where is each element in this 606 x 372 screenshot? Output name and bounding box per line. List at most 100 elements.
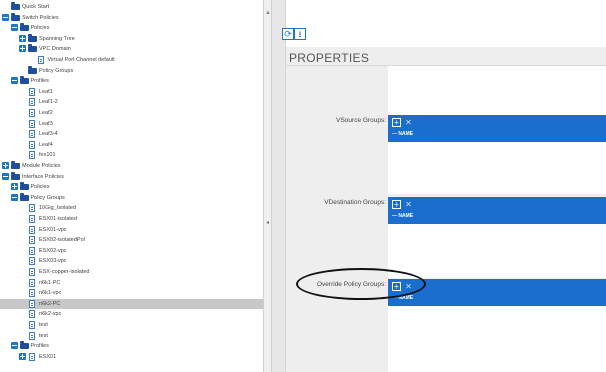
tree-item[interactable]: Leaf3-4 (0, 129, 263, 139)
folder-icon (19, 192, 29, 201)
tree-item[interactable]: Policy Groups (0, 65, 263, 76)
tree-item[interactable]: n6k1-PC (0, 278, 263, 288)
doc-icon (29, 331, 35, 340)
pane-splitter[interactable]: ▲ ◂ (263, 0, 272, 372)
tree-item[interactable]: ESX01-isolated (0, 214, 263, 224)
tree-item[interactable]: ESX-copper-isolated (0, 267, 263, 277)
collapse-icon[interactable] (10, 77, 18, 85)
tree-item[interactable]: 10Gig_Isolated (0, 203, 263, 213)
doc-icon (29, 278, 35, 287)
delete-icon[interactable]: ✕ (404, 118, 413, 127)
properties-panel: ⟳ ⭳ PROPERTIES VSource Groups: + ✕ — NAM… (282, 0, 606, 372)
collapse-icon[interactable] (2, 13, 9, 21)
tree-item[interactable]: Profiles (0, 76, 263, 86)
scroll-up-arrow-icon[interactable]: ▲ (265, 10, 271, 16)
doc-icon (29, 225, 35, 234)
doc-icon (29, 140, 35, 149)
expand-icon[interactable] (10, 183, 18, 191)
tree-item-label: ESX03-vpc (39, 258, 67, 265)
folder-icon (28, 65, 37, 74)
navigation-tree: Quick Start Switch Policies Policies Spanni… (0, 0, 263, 372)
vsource-groups-label: VSource Groups: (336, 117, 386, 124)
refresh-icon[interactable]: ⟳ (282, 28, 294, 40)
collapse-icon[interactable] (2, 172, 9, 180)
tree-item-label: Leaf2 (39, 110, 53, 116)
collapse-icon[interactable] (10, 24, 18, 32)
tree-item-label: Quick Start (22, 4, 50, 10)
pane-edge (272, 0, 286, 372)
tree-item[interactable]: Switch Policies (0, 12, 263, 23)
tree-item-label: test (39, 322, 48, 328)
add-icon[interactable]: + (392, 200, 401, 209)
tree-item[interactable]: Leaf1 (0, 87, 263, 97)
tree-item[interactable]: Virtual Port Channel default (0, 55, 263, 65)
tree-item-label: n6k1-PC (39, 279, 61, 286)
tree-item[interactable]: ESX01 (0, 352, 263, 362)
tree-item[interactable]: Interface Policies (0, 171, 263, 182)
tree-item[interactable]: Leaf1-2 (0, 97, 263, 107)
doc-icon (29, 352, 35, 361)
tree-item-label: Policies (30, 25, 50, 32)
tree-item-label: fex101 (39, 152, 56, 159)
splitter-grip-icon[interactable]: ◂ (266, 220, 269, 226)
name-column-label: NAME (398, 213, 414, 219)
expand-icon[interactable] (19, 45, 26, 53)
tree-item[interactable]: Policies (0, 23, 263, 33)
tree-item-label: n6k1-vpc (39, 290, 62, 297)
tree-item[interactable]: ESX02-isolatedPol (0, 235, 263, 245)
tree-item[interactable]: ESX01-vpc (0, 225, 263, 235)
tree-item[interactable]: test (0, 320, 263, 330)
tree-item-label: Policy Groups (30, 194, 65, 201)
expand-icon[interactable] (19, 352, 26, 360)
doc-icon (29, 268, 35, 276)
expand-icon[interactable] (19, 34, 26, 42)
download-icon[interactable]: ⭳ (294, 28, 306, 40)
add-icon[interactable]: + (392, 118, 401, 127)
tree-item[interactable]: Leaf3 (0, 119, 263, 129)
tree-item[interactable]: Policies (0, 182, 263, 192)
tree-item[interactable]: VPC Domain (0, 44, 263, 54)
name-column-header[interactable]: — NAME (392, 213, 413, 219)
collapse-icon[interactable] (10, 193, 18, 201)
name-column-label: NAME (398, 131, 414, 137)
tree-item-label: test (39, 332, 48, 339)
tree-item-label: ESX-copper-isolated (39, 269, 90, 275)
tree-item-label: Interface Policies (22, 173, 64, 180)
tree-item[interactable]: n6k2-vpc (0, 309, 263, 319)
doc-icon (29, 87, 35, 96)
tree-item[interactable]: n6k2-PC (0, 298, 263, 309)
doc-icon (29, 130, 35, 139)
vdestination-groups-label: VDestination Groups: (324, 199, 386, 206)
tree-item[interactable]: Profiles (0, 341, 263, 351)
tree-item[interactable]: fex101 (0, 150, 263, 160)
tree-item-label: ESX01-isolated (39, 216, 77, 222)
doc-icon (29, 246, 35, 255)
tree-item[interactable]: Leaf2 (0, 108, 263, 118)
tree-item[interactable]: test (0, 331, 263, 341)
doc-icon (29, 289, 35, 298)
tree-item[interactable]: ESX03-vpc (0, 256, 263, 266)
collapse-icon[interactable] (10, 342, 18, 350)
vdestination-groups-table-body (388, 224, 606, 278)
tree-item[interactable]: ESX02-vpc (0, 246, 263, 256)
expand-icon[interactable] (2, 162, 9, 169)
tree-item-label: ESX01 (39, 353, 57, 360)
tree-item[interactable]: Policy Groups (0, 192, 263, 203)
doc-icon (29, 257, 35, 266)
tree-item-label: 10Gig_Isolated (39, 205, 76, 212)
delete-icon[interactable]: ✕ (404, 200, 413, 209)
properties-area: PROPERTIES VSource Groups: + ✕ — NAME VD… (286, 47, 606, 372)
tree-item[interactable]: Spanning Tree (0, 33, 263, 44)
vdestination-groups-table-header: + ✕ — NAME (388, 197, 606, 224)
tree-item[interactable]: Quick Start (0, 2, 263, 12)
tree-item[interactable]: Module Policies (0, 161, 263, 171)
folder-icon (11, 171, 20, 180)
folder-icon (19, 76, 29, 85)
tree-item-label: ESX02-vpc (39, 247, 67, 254)
highlight-annotation (296, 268, 426, 300)
name-column-header[interactable]: — NAME (392, 131, 413, 137)
tree-item[interactable]: Leaf4 (0, 140, 263, 150)
doc-icon (29, 299, 35, 308)
folder-icon (28, 44, 37, 53)
tree-item[interactable]: n6k1-vpc (0, 288, 263, 298)
